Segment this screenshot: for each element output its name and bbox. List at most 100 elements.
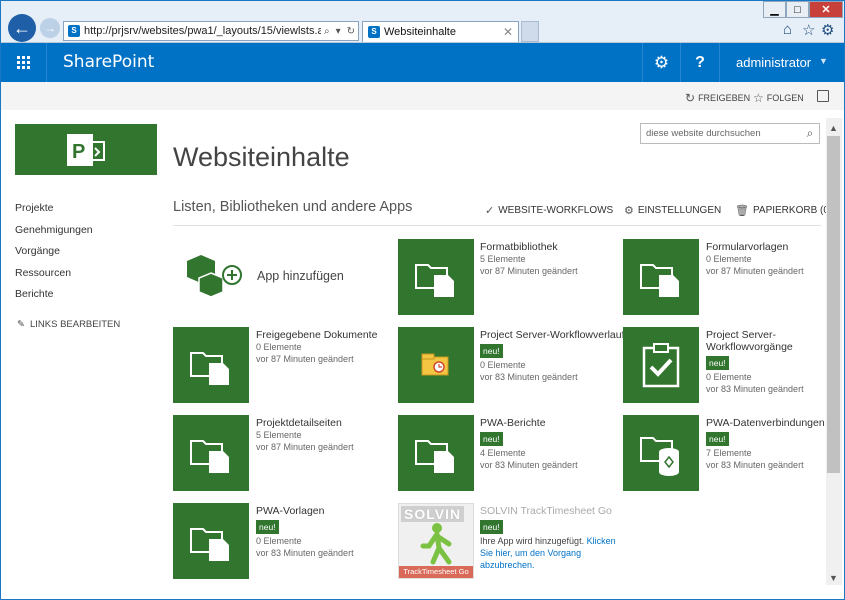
maximize-button[interactable]: □ [786, 1, 809, 18]
scroll-down-icon[interactable]: ▼ [829, 573, 838, 583]
app-info: SOLVIN TrackTimesheet Go neu! Ihre App w… [480, 505, 630, 571]
section-title: Listen, Bibliotheken und andere Apps [173, 199, 413, 215]
focus-content-icon[interactable] [817, 90, 829, 102]
app-tile-formatbibliothek[interactable] [398, 239, 474, 315]
site-search-input[interactable]: diese website durchsuchen ⌕ [640, 123, 820, 144]
home-icon[interactable]: ⌂ [783, 21, 792, 38]
website-workflows-button[interactable]: ✓ WEBSITE-WORKFLOWS [485, 204, 613, 217]
share-icon: ↻ [685, 91, 696, 105]
new-badge: neu! [706, 356, 729, 370]
app-tile-solvin[interactable]: SOLVIN TrackTimesheet Go [398, 503, 474, 579]
user-menu[interactable]: administrator [736, 55, 811, 70]
data-connection-library-icon [640, 437, 679, 476]
app-name[interactable]: PWA-Berichte [480, 417, 630, 429]
app-name[interactable]: PWA-Vorlagen [256, 505, 406, 517]
library-icon [190, 440, 229, 473]
project-logo-icon: P [67, 133, 105, 166]
app-modified: vor 87 Minuten geändert [480, 266, 578, 276]
star-icon: ☆ [753, 91, 764, 105]
library-icon [640, 264, 679, 297]
app-count: 0 Elemente [480, 360, 526, 370]
new-badge: neu! [480, 344, 503, 358]
add-app-tile[interactable]: App hinzufügen [187, 251, 344, 301]
app-tile-pwa-datenverbindungen[interactable] [623, 415, 699, 491]
address-url: http://prjsrv/websites/pwa1/_layouts/15/… [84, 25, 321, 37]
follow-label: FOLGEN [766, 93, 804, 103]
tab-title: Websiteinhalte [384, 26, 456, 38]
app-info: Formularvorlagen 0 Elemente vor 87 Minut… [706, 241, 845, 277]
app-name[interactable]: Project Server-Workflowvorgänge [706, 329, 845, 353]
tab-close-icon[interactable]: ✕ [503, 25, 513, 39]
recycle-bin-button[interactable]: 🗑 PAPIERKORB (0) [735, 204, 832, 217]
sharepoint-favicon-icon: S [368, 26, 380, 38]
library-icon [190, 352, 229, 385]
settings-button[interactable]: ⚙ EINSTELLUNGEN [624, 204, 721, 217]
add-app-label: App hinzufügen [257, 269, 344, 283]
app-tile-pwa-berichte[interactable] [398, 415, 474, 491]
app-modified: vor 83 Minuten geändert [480, 372, 578, 382]
new-tab-button[interactable] [521, 21, 539, 42]
back-button[interactable]: ← [8, 14, 36, 42]
search-icon[interactable]: ⌕ [324, 26, 330, 37]
nav-item-ressourcen[interactable]: Ressourcen [15, 266, 93, 288]
app-count: 0 Elemente [256, 536, 302, 546]
forward-button[interactable]: → [40, 18, 60, 38]
share-label: FREIGEBEN [698, 93, 751, 103]
help-icon[interactable]: ? [680, 43, 720, 82]
settings-gear-icon[interactable]: ⚙ [821, 21, 834, 39]
app-info: Project Server-Workflowverlauf neu! 0 El… [480, 329, 630, 383]
nav-item-projekte[interactable]: Projekte [15, 201, 93, 223]
library-icon [190, 528, 229, 561]
app-tile-workflowverlauf[interactable] [398, 327, 474, 403]
app-tile-pwa-vorlagen[interactable] [173, 503, 249, 579]
checkmark-circle-icon: ✓ [485, 205, 495, 217]
app-count: 5 Elemente [256, 430, 302, 440]
solvin-logo-word: SOLVIN [401, 506, 465, 522]
follow-button[interactable]: ☆ FOLGEN [753, 91, 804, 105]
dropdown-icon[interactable]: ▾ [336, 26, 341, 37]
edit-links-button[interactable]: ✎ LINKS BEARBEITEN [17, 319, 120, 330]
refresh-icon[interactable]: ↻ [347, 26, 355, 37]
app-name[interactable]: PWA-Datenverbindungen [706, 417, 845, 429]
app-name[interactable]: Formatbibliothek [480, 241, 630, 253]
app-tile-workflowvorgaenge[interactable] [623, 327, 699, 403]
browser-tab[interactable]: S Websiteinhalte ✕ [362, 21, 519, 42]
app-launcher-icon[interactable] [1, 43, 47, 82]
app-tile-projektdetailseiten[interactable] [173, 415, 249, 491]
app-tile-formularvorlagen[interactable] [623, 239, 699, 315]
nav-item-genehmigungen[interactable]: Genehmigungen [15, 223, 93, 245]
search-placeholder: diese website durchsuchen [646, 128, 761, 139]
app-name[interactable]: Freigegebene Dokumente [256, 329, 406, 341]
browser-window: ← → S http://prjsrv/websites/pwa1/_layou… [0, 0, 845, 600]
chevron-down-icon[interactable]: ▼ [819, 56, 828, 66]
nav-item-vorgaenge[interactable]: Vorgänge [15, 244, 93, 266]
app-name[interactable]: Formularvorlagen [706, 241, 845, 253]
app-name[interactable]: Project Server-Workflowverlauf [480, 329, 630, 341]
page-title: Websiteinhalte [173, 142, 350, 172]
minimize-button[interactable]: ▁ [763, 1, 786, 18]
settings-icon[interactable]: ⚙ [642, 43, 680, 82]
close-button[interactable]: ✕ [809, 1, 843, 18]
app-name[interactable]: Projektdetailseiten [256, 417, 406, 429]
address-bar[interactable]: S http://prjsrv/websites/pwa1/_layouts/1… [63, 21, 359, 41]
workflows-label: WEBSITE-WORKFLOWS [498, 205, 614, 216]
new-badge: neu! [256, 520, 279, 534]
favorites-star-icon[interactable]: ☆ [802, 21, 815, 39]
share-button[interactable]: ↻ FREIGEBEN [685, 91, 750, 105]
app-tile-freigegebene-dokumente[interactable] [173, 327, 249, 403]
app-count: 5 Elemente [480, 254, 526, 264]
scroll-up-icon[interactable]: ▲ [829, 123, 838, 133]
app-count: 7 Elemente [706, 448, 752, 458]
app-modified: vor 87 Minuten geändert [256, 442, 354, 452]
app-modified: vor 83 Minuten geändert [480, 460, 578, 470]
app-info: PWA-Berichte neu! 4 Elemente vor 83 Minu… [480, 417, 630, 471]
nav-item-berichte[interactable]: Berichte [15, 287, 93, 309]
site-logo[interactable]: P [15, 124, 157, 175]
app-info: Projektdetailseiten 5 Elemente vor 87 Mi… [256, 417, 406, 453]
scrollbar-thumb[interactable] [827, 136, 840, 473]
brand-title[interactable]: SharePoint [63, 52, 154, 72]
app-count: 0 Elemente [706, 254, 752, 264]
search-icon[interactable]: ⌕ [801, 126, 819, 141]
app-count: 4 Elemente [480, 448, 526, 458]
install-status: Ihre App wird hinzugefügt. [480, 536, 585, 546]
